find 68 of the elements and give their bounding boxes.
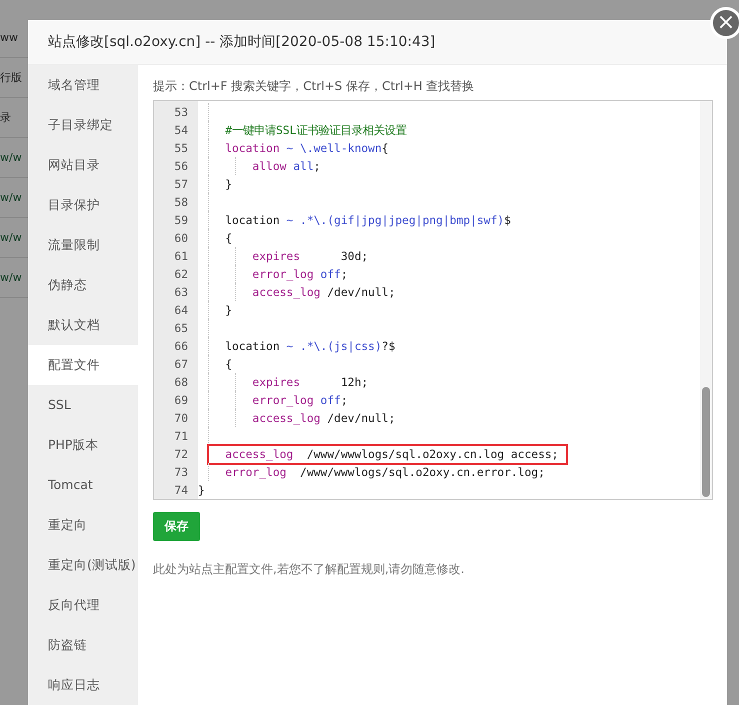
sidebar-item[interactable]: 目录保护 — [28, 185, 138, 225]
code-line: error_log /www/wwwlogs/sql.o2oxy.cn.error.log; — [224, 466, 546, 478]
code-line: expires 30d; — [251, 250, 370, 262]
code-line: } — [224, 304, 234, 316]
note-text: 此处为站点主配置文件,若您不了解配置规则,请勿随意修改. — [153, 561, 466, 578]
sidebar-item[interactable]: 反向代理 — [28, 585, 138, 625]
line-number: 65 — [173, 322, 189, 334]
code-line: access_log /dev/null; — [251, 412, 396, 424]
line-number: 56 — [173, 160, 189, 172]
line-number: 70 — [173, 412, 189, 424]
hint-text: 提示：Ctrl+F 搜索关键字，Ctrl+S 保存，Ctrl+H 查找替换 — [153, 78, 476, 95]
close-icon[interactable]: × — [710, 7, 739, 39]
scrollbar[interactable] — [700, 101, 712, 499]
code-line: { — [224, 232, 234, 244]
line-number: 69 — [173, 394, 189, 406]
code-line: error_log off; — [251, 268, 349, 280]
code-line: } — [224, 178, 234, 190]
sidebar-item[interactable]: Tomcat — [28, 465, 138, 505]
code-line: error_log off; — [251, 394, 349, 406]
line-number: 73 — [173, 466, 189, 478]
line-number: 62 — [173, 268, 189, 280]
code-editor[interactable] — [153, 100, 713, 500]
background-text: w/w — [0, 231, 22, 244]
background-text: w/w — [0, 191, 22, 204]
line-number: 72 — [173, 448, 189, 460]
sidebar-item[interactable]: 响应日志 — [28, 665, 138, 705]
line-number: 67 — [173, 358, 189, 370]
code-line: #一键申请SSL证书验证目录相关设置 — [224, 122, 408, 138]
sidebar-item[interactable]: 配置文件 — [28, 345, 138, 385]
code-line: location ~ .*\.(gif|jpg|jpeg|png|bmp|swf)$ — [224, 214, 512, 226]
code-line: } — [198, 484, 206, 496]
dialog-title: 站点修改[sql.o2oxy.cn] -- 添加时间[2020-05-08 15:10:43] — [48, 33, 436, 51]
background-text: w/w — [0, 271, 22, 284]
line-number: 74 — [173, 484, 189, 496]
code-line: location ~ \.well-known{ — [224, 142, 390, 154]
sidebar-item[interactable]: 防盗链 — [28, 625, 138, 665]
line-number: 71 — [173, 430, 189, 442]
background-text: 录 — [0, 110, 11, 125]
line-number: 63 — [173, 286, 189, 298]
background-text: 行版 — [0, 70, 22, 85]
sidebar-item[interactable]: 流量限制 — [28, 225, 138, 265]
line-number: 60 — [173, 232, 189, 244]
line-number: 66 — [173, 340, 189, 352]
background-text: ww — [0, 31, 18, 44]
line-number: 54 — [173, 124, 189, 136]
line-number: 57 — [173, 178, 189, 190]
sidebar-item[interactable]: SSL — [28, 385, 138, 425]
sidebar-item[interactable]: PHP版本 — [28, 425, 138, 465]
line-number: 55 — [173, 142, 189, 154]
line-number: 53 — [173, 106, 189, 118]
code-line: access_log /dev/null; — [251, 286, 396, 298]
line-number: 61 — [173, 250, 189, 262]
background-text: w/w — [0, 151, 22, 164]
sidebar-item[interactable]: 默认文档 — [28, 305, 138, 345]
sidebar-item[interactable]: 域名管理 — [28, 65, 138, 105]
code-line: expires 12h; — [251, 376, 370, 388]
line-number: 64 — [173, 304, 189, 316]
sidebar-item[interactable]: 伪静态 — [28, 265, 138, 305]
line-number: 59 — [173, 214, 189, 226]
line-number: 58 — [173, 196, 189, 208]
code-line: location ~ .*\.(js|css)?$ — [224, 340, 396, 352]
sidebar-item[interactable]: 子目录绑定 — [28, 105, 138, 145]
code-line: allow all; — [251, 160, 322, 172]
sidebar-item[interactable]: 网站目录 — [28, 145, 138, 185]
sidebar-item[interactable]: 重定向(测试版) — [28, 545, 138, 585]
code-line: { — [224, 358, 234, 370]
sidebar-item[interactable]: 重定向 — [28, 505, 138, 545]
line-number: 68 — [173, 376, 189, 388]
